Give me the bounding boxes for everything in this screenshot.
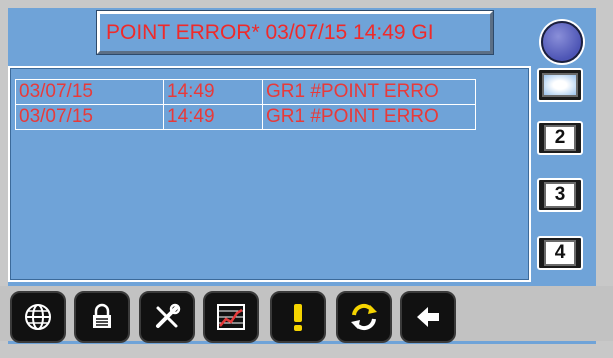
alert-icon bbox=[294, 304, 302, 331]
page-4-button[interactable]: 4 bbox=[537, 236, 583, 270]
refresh-icon bbox=[351, 303, 377, 331]
tools-icon bbox=[156, 303, 181, 328]
trend-chart-button[interactable] bbox=[203, 291, 259, 343]
lock-button[interactable] bbox=[74, 291, 130, 343]
alarm-time: 14:49 bbox=[163, 79, 263, 105]
alarm-button[interactable] bbox=[270, 291, 326, 343]
status-banner[interactable]: POINT ERROR* 03/07/15 14:49 GI bbox=[97, 11, 493, 54]
globe-button[interactable] bbox=[10, 291, 66, 343]
page-1-label bbox=[542, 73, 578, 97]
page-4-label: 4 bbox=[544, 240, 576, 266]
chart-icon bbox=[217, 304, 245, 330]
back-button[interactable] bbox=[400, 291, 456, 343]
alarm-date: 03/07/15 bbox=[15, 79, 164, 105]
table-row[interactable]: 03/07/15 14:49 GR1 #POINT ERRO bbox=[15, 104, 476, 130]
refresh-button[interactable] bbox=[336, 291, 392, 343]
page-2-label: 2 bbox=[544, 125, 576, 151]
alarm-table: 03/07/15 14:49 GR1 #POINT ERRO 03/07/15 … bbox=[15, 79, 476, 130]
globe-icon bbox=[25, 304, 51, 330]
page-2-button[interactable]: 2 bbox=[537, 121, 583, 155]
page-1-button[interactable] bbox=[537, 68, 583, 102]
alarm-message: GR1 #POINT ERRO bbox=[262, 104, 476, 130]
status-banner-text: POINT ERROR* 03/07/15 14:49 GI bbox=[106, 21, 434, 44]
alarm-list-panel: 03/07/15 14:49 GR1 #POINT ERRO 03/07/15 … bbox=[8, 66, 531, 282]
page-3-button[interactable]: 3 bbox=[537, 178, 583, 212]
page-3-label: 3 bbox=[544, 182, 576, 208]
alarm-time: 14:49 bbox=[163, 104, 263, 130]
lock-icon bbox=[93, 303, 111, 328]
table-row[interactable]: 03/07/15 14:49 GR1 #POINT ERRO bbox=[15, 79, 476, 105]
settings-tools-button[interactable] bbox=[139, 291, 195, 343]
alarm-message: GR1 #POINT ERRO bbox=[262, 79, 476, 105]
back-arrow-icon bbox=[417, 307, 439, 327]
alarm-date: 03/07/15 bbox=[15, 104, 164, 130]
status-indicator-button[interactable] bbox=[541, 21, 583, 63]
